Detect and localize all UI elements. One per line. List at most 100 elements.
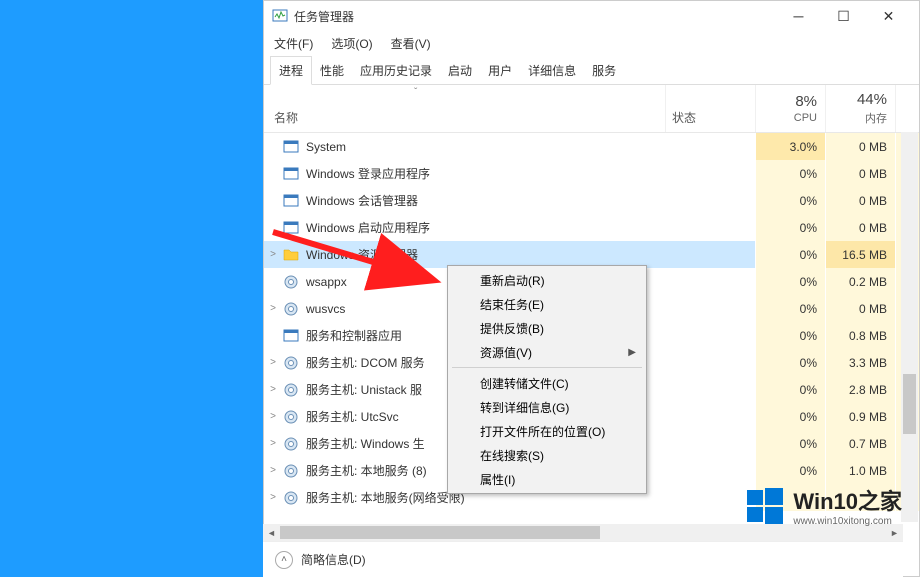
tab-app-history[interactable]: 应用历史记录 — [352, 57, 440, 84]
table-row[interactable]: Windows 会话管理器0%0 MB0 — [264, 187, 919, 214]
process-memory: 1.0 MB — [825, 457, 895, 484]
menu-search-online[interactable]: 在线搜索(S) — [450, 443, 644, 467]
table-row[interactable]: Windows 启动应用程序0%0 MB0 — [264, 214, 919, 241]
menu-create-dump[interactable]: 创建转储文件(C) — [450, 371, 644, 395]
tab-performance[interactable]: 性能 — [312, 57, 352, 84]
close-button[interactable]: ✕ — [866, 1, 911, 31]
process-cpu: 0% — [755, 241, 825, 268]
process-memory: 0 MB — [825, 133, 895, 160]
table-row[interactable]: System3.0%0 MB0 — [264, 133, 919, 160]
menu-end-task[interactable]: 结束任务(E) — [450, 292, 644, 316]
process-memory: 16.5 MB — [825, 241, 895, 268]
menu-separator — [452, 367, 642, 368]
process-cpu: 0% — [755, 214, 825, 241]
collapse-chevron-icon[interactable]: ˄ — [275, 551, 293, 569]
process-icon — [282, 490, 300, 506]
maximize-button[interactable]: ☐ — [821, 1, 866, 31]
process-icon — [282, 355, 300, 371]
windows-logo-icon — [745, 486, 785, 526]
context-menu: 重新启动(R) 结束任务(E) 提供反馈(B) 资源值(V)▶ 创建转储文件(C… — [447, 265, 647, 494]
watermark-brand: Win10之家 — [793, 484, 902, 516]
watermark-url: www.win10xitong.com — [793, 516, 902, 527]
expand-toggle-icon[interactable]: > — [264, 492, 282, 503]
process-memory: 0 MB — [825, 187, 895, 214]
title-bar[interactable]: 任务管理器 ─ ☐ ✕ — [264, 1, 919, 31]
process-icon — [282, 166, 300, 182]
tab-users[interactable]: 用户 — [480, 57, 520, 84]
menu-open-location[interactable]: 打开文件所在的位置(O) — [450, 419, 644, 443]
expand-toggle-icon[interactable]: > — [264, 411, 282, 422]
process-memory: 0.8 MB — [825, 322, 895, 349]
menu-options[interactable]: 选项(O) — [327, 33, 376, 54]
column-overflow[interactable] — [895, 85, 919, 132]
process-name: Windows 会话管理器 — [306, 192, 665, 209]
process-icon — [282, 193, 300, 209]
column-headers: ˇ 名称 状态 8% CPU 44% 内存 — [264, 85, 919, 133]
expand-toggle-icon[interactable]: > — [264, 357, 282, 368]
tab-services[interactable]: 服务 — [584, 57, 624, 84]
sort-indicator-icon: ˇ — [414, 87, 417, 98]
horizontal-scroll-thumb[interactable] — [280, 526, 600, 539]
expand-toggle-icon[interactable]: > — [264, 438, 282, 449]
column-name[interactable]: ˇ 名称 — [264, 85, 665, 132]
process-cpu: 0% — [755, 187, 825, 214]
menu-file[interactable]: 文件(F) — [270, 33, 317, 54]
process-icon — [282, 139, 300, 155]
column-status[interactable]: 状态 — [665, 85, 755, 132]
process-name: Windows 资源管理器 — [306, 246, 665, 263]
process-icon — [282, 328, 300, 344]
process-icon — [282, 301, 300, 317]
process-memory: 0.9 MB — [825, 403, 895, 430]
process-memory: 0.2 MB — [825, 268, 895, 295]
window-title: 任务管理器 — [294, 8, 776, 25]
table-row[interactable]: >Windows 资源管理器0%16.5 MB0 — [264, 241, 919, 268]
expand-toggle-icon[interactable]: > — [264, 303, 282, 314]
process-memory: 2.8 MB — [825, 376, 895, 403]
vertical-scroll-thumb[interactable] — [903, 374, 916, 434]
tab-bar: 进程 性能 应用历史记录 启动 用户 详细信息 服务 — [264, 55, 919, 85]
tab-details[interactable]: 详细信息 — [520, 57, 584, 84]
expand-toggle-icon[interactable]: > — [264, 465, 282, 476]
table-row[interactable]: Windows 登录应用程序0%0 MB0 — [264, 160, 919, 187]
process-name: System — [306, 140, 665, 154]
minimize-button[interactable]: ─ — [776, 1, 821, 31]
process-icon — [282, 436, 300, 452]
menu-view[interactable]: 查看(V) — [387, 33, 435, 54]
process-cpu: 0% — [755, 160, 825, 187]
process-icon — [282, 274, 300, 290]
process-icon — [282, 247, 300, 263]
process-cpu: 0% — [755, 295, 825, 322]
vertical-scrollbar[interactable] — [901, 132, 918, 522]
menu-properties[interactable]: 属性(I) — [450, 467, 644, 491]
process-memory: 0 MB — [825, 160, 895, 187]
process-cpu: 0% — [755, 376, 825, 403]
menu-go-details[interactable]: 转到详细信息(G) — [450, 395, 644, 419]
brief-info-button[interactable]: 简略信息(D) — [301, 551, 366, 568]
tab-startup[interactable]: 启动 — [440, 57, 480, 84]
expand-toggle-icon[interactable]: > — [264, 384, 282, 395]
column-memory[interactable]: 44% 内存 — [825, 85, 895, 132]
submenu-arrow-icon: ▶ — [628, 347, 636, 358]
process-icon — [282, 409, 300, 425]
process-memory: 0 MB — [825, 295, 895, 322]
process-name: Windows 启动应用程序 — [306, 219, 665, 236]
process-cpu: 0% — [755, 403, 825, 430]
process-memory: 0 MB — [825, 214, 895, 241]
expand-toggle-icon[interactable]: > — [264, 249, 282, 260]
process-memory: 0.7 MB — [825, 430, 895, 457]
menu-resource-values[interactable]: 资源值(V)▶ — [450, 340, 644, 364]
process-icon — [282, 463, 300, 479]
menu-feedback[interactable]: 提供反馈(B) — [450, 316, 644, 340]
tab-processes[interactable]: 进程 — [270, 56, 312, 85]
scroll-left-icon[interactable]: ◄ — [263, 524, 280, 541]
process-cpu: 3.0% — [755, 133, 825, 160]
process-cpu: 0% — [755, 430, 825, 457]
column-cpu[interactable]: 8% CPU — [755, 85, 825, 132]
process-cpu: 0% — [755, 268, 825, 295]
process-cpu: 0% — [755, 349, 825, 376]
menu-restart[interactable]: 重新启动(R) — [450, 268, 644, 292]
process-icon — [282, 220, 300, 236]
footer-bar: ˄ 简略信息(D) — [263, 541, 903, 577]
process-cpu: 0% — [755, 457, 825, 484]
process-name: Windows 登录应用程序 — [306, 165, 665, 182]
